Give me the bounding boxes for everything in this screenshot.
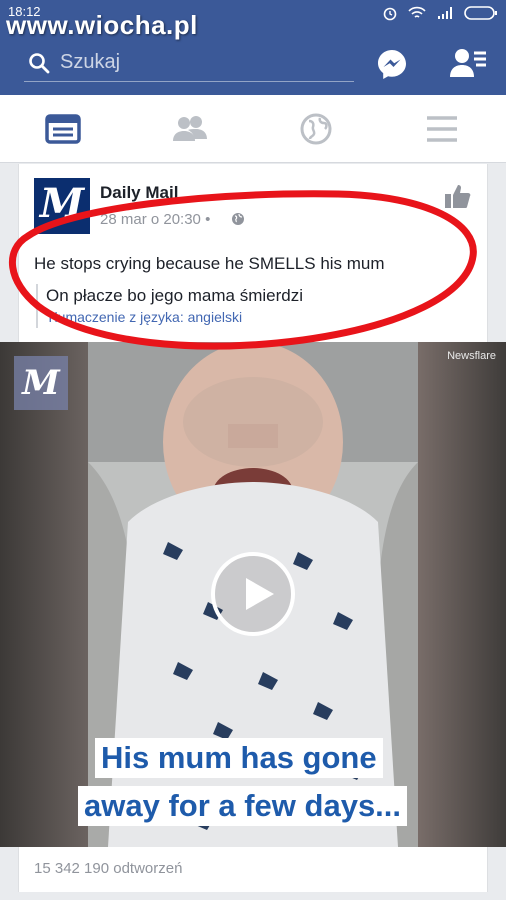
search-input[interactable] <box>60 48 340 76</box>
daily-mail-logo-icon: M <box>39 180 85 227</box>
post-date: 28 mar o 20:30 <box>100 211 201 228</box>
video-player[interactable]: M Newsflare His mum has gone away for a … <box>0 342 506 847</box>
video-caption-line-2: away for a few days... <box>78 786 408 826</box>
daily-mail-video-logo-icon: M <box>14 356 68 410</box>
page-name[interactable]: Daily Mail <box>100 183 178 203</box>
video-blur-left <box>0 342 90 847</box>
tab-news-feed[interactable] <box>43 109 83 149</box>
video-caption-line-1: His mum has gone <box>95 738 383 778</box>
site-watermark: www.wiocha.pl <box>6 10 198 40</box>
tab-notifications[interactable] <box>296 109 336 149</box>
post-text: He stops crying because he SMELLS his mu… <box>34 254 385 273</box>
friends-icon <box>173 116 207 141</box>
top-bar: 18:12 www.wiocha.pl <box>0 0 506 95</box>
battery-icon <box>464 6 497 20</box>
tab-menu[interactable] <box>422 109 462 149</box>
translation-block: On płacze bo jego mama śmierdzi Tłumacze… <box>36 284 303 328</box>
video-blur-right <box>416 342 506 847</box>
like-icon[interactable] <box>444 182 472 210</box>
translation-note-link[interactable]: Tłumaczenie z języka: angielski <box>46 308 303 326</box>
search-icon <box>29 53 50 74</box>
tab-bar <box>0 95 506 163</box>
meta-separator: • <box>205 211 211 228</box>
play-button[interactable] <box>211 552 295 636</box>
page-avatar[interactable]: M <box>34 178 90 234</box>
signal-icon <box>438 7 452 19</box>
search-bar[interactable] <box>24 44 354 82</box>
privacy-globe-icon <box>232 213 244 225</box>
friend-requests-button[interactable] <box>450 47 486 79</box>
translated-text: On płacze bo jego mama śmierdzi <box>46 286 304 305</box>
messenger-button[interactable] <box>376 48 408 80</box>
friend-requests-icon <box>450 49 486 77</box>
alarm-icon <box>383 7 397 21</box>
messenger-icon <box>378 50 406 79</box>
video-source-label: Newsflare <box>447 350 496 362</box>
globe-icon <box>300 113 332 145</box>
tab-friends[interactable] <box>170 109 210 149</box>
menu-icon <box>427 116 457 142</box>
post-timestamp: 28 mar o 20:30 • <box>100 211 210 228</box>
status-icons <box>382 5 498 21</box>
view-count: 15 342 190 odtworzeń <box>34 860 183 877</box>
wifi-icon <box>408 6 426 18</box>
news-feed-icon <box>45 114 81 144</box>
